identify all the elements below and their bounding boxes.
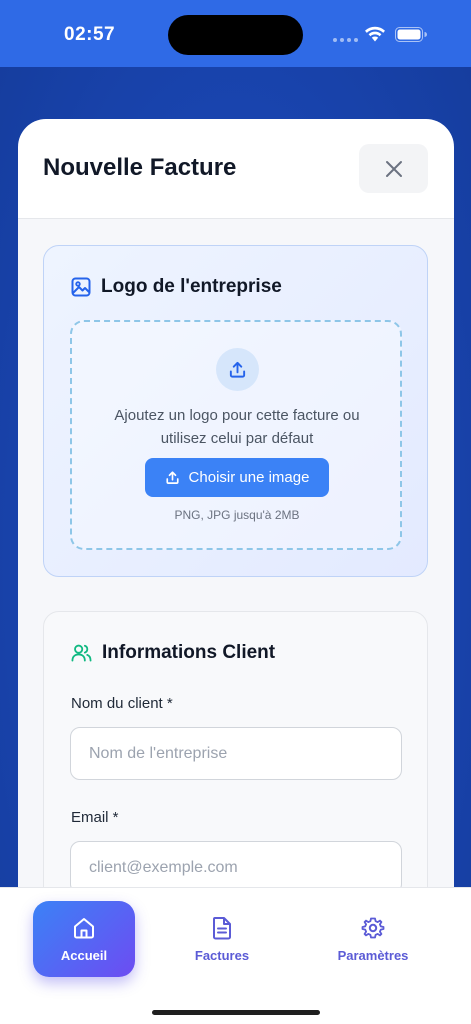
client-name-input[interactable] <box>70 727 402 780</box>
client-section-title: Informations Client <box>102 642 276 663</box>
close-icon <box>385 160 402 177</box>
home-indicator <box>152 1010 320 1015</box>
upload-hint: PNG, JPG jusqu'à 2MB <box>174 508 300 522</box>
users-icon <box>71 644 92 662</box>
modal-header: Nouvelle Facture <box>18 119 454 219</box>
image-icon <box>71 277 91 297</box>
choose-image-label: Choisir une image <box>188 469 310 486</box>
modal-body[interactable]: Logo de l'entreprise Ajoutez un logo pou… <box>18 219 454 919</box>
nav-label-invoices: Factures <box>194 947 250 963</box>
battery-icon <box>395 27 427 42</box>
logo-section: Logo de l'entreprise Ajoutez un logo pou… <box>43 245 428 577</box>
nav-item-settings[interactable]: Paramètres <box>322 901 424 977</box>
dynamic-island <box>168 15 303 55</box>
nav-label-settings: Paramètres <box>337 947 409 963</box>
dropzone-description: Ajoutez un logo pour cette facture ou ut… <box>114 407 360 447</box>
client-email-label: Email * <box>71 809 119 826</box>
modal-title: Nouvelle Facture <box>43 154 237 181</box>
status-time: 02:57 <box>64 24 116 45</box>
bottom-nav: Accueil Factures Paramètres <box>0 887 471 1024</box>
nav-label-home: Accueil <box>60 947 108 963</box>
wifi-icon <box>365 26 385 42</box>
upload-icon <box>165 471 179 484</box>
client-info-section: Informations Client Nom du client * Emai… <box>43 611 428 919</box>
logo-dropzone[interactable]: Ajoutez un logo pour cette facture ou ut… <box>70 320 402 550</box>
nav-item-invoices[interactable]: Factures <box>171 901 273 977</box>
home-icon <box>74 917 94 938</box>
signal-dots-icon <box>333 38 358 42</box>
document-icon <box>213 916 231 939</box>
choose-image-button[interactable]: Choisir une image <box>145 458 329 497</box>
gear-icon <box>361 917 385 938</box>
status-bar: 02:57 <box>0 0 471 67</box>
upload-badge <box>216 348 259 391</box>
client-name-label: Nom du client * <box>71 695 173 712</box>
nav-item-home[interactable]: Accueil <box>33 901 135 977</box>
close-button[interactable] <box>359 144 428 193</box>
upload-icon <box>229 361 246 378</box>
client-section-heading: Informations Client <box>71 642 275 664</box>
new-invoice-modal: Nouvelle Facture Logo de l'entreprise Aj… <box>18 119 454 919</box>
logo-section-title: Logo de l'entreprise <box>101 276 282 297</box>
logo-section-heading: Logo de l'entreprise <box>71 276 282 298</box>
